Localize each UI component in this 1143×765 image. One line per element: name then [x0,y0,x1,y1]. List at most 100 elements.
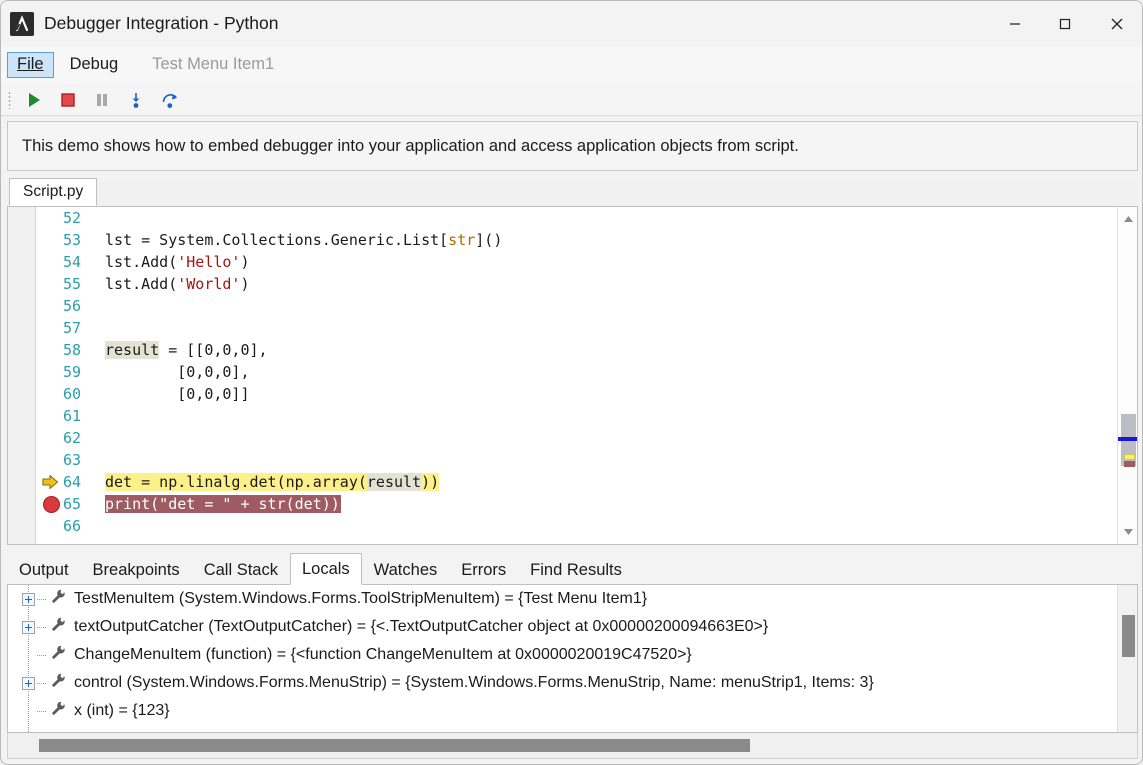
locals-list[interactable]: TestMenuItem (System.Windows.Forms.ToolS… [8,585,1137,725]
run-button[interactable] [19,86,49,114]
expand-icon[interactable] [22,592,35,606]
locals-vertical-scrollbar[interactable] [1117,585,1137,732]
code-token: lst.Add( [105,275,178,293]
code-line[interactable]: 61 [37,405,1137,427]
bottom-panel-tab-strip: Output Breakpoints Call Stack Locals Watches… [7,553,1138,585]
locals-panel[interactable]: TestMenuItem (System.Windows.Forms.ToolS… [7,585,1138,733]
app-window: Debugger Integration - Python File Debug… [0,0,1143,765]
line-number: 60 [62,385,81,403]
code-token: lst = System.Collections.Generic.List[ [105,231,449,249]
code-line[interactable]: 56 [37,295,1137,317]
locals-row[interactable]: control (System.Windows.Forms.MenuStrip)… [8,669,1137,697]
minimize-button[interactable] [990,1,1040,46]
code-line[interactable]: 63 [37,449,1137,471]
pause-button[interactable] [87,86,117,114]
code-token: result [366,473,422,491]
step-into-button[interactable] [121,86,151,114]
code-line[interactable]: 54 lst.Add('Hello') [37,251,1137,273]
locals-row[interactable]: ChangeMenuItem (function) = {<function C… [8,641,1137,669]
tab-output[interactable]: Output [7,556,81,584]
locals-row[interactable]: textOutputCatcher (TextOutputCatcher) = … [8,613,1137,641]
tab-watches[interactable]: Watches [362,556,450,584]
code-token: [0,0,0], [105,363,250,381]
tab-breakpoints[interactable]: Breakpoints [81,556,192,584]
line-number: 63 [62,451,81,469]
wrench-icon [50,644,67,666]
line-number: 56 [62,297,81,315]
line-number: 52 [62,209,81,227]
scrollbar-current-line-marker [1124,454,1135,460]
locals-horizontal-scrollbar-thumb[interactable] [39,739,750,752]
code-line[interactable]: 60 [0,0,0]] [37,383,1137,405]
line-number: 61 [62,407,81,425]
step-over-icon [162,93,177,108]
code-line[interactable]: 64 det = np.linalg.det(np.array(result)) [37,471,1137,493]
line-number: 65 [62,495,81,513]
code-token: print("det = " + str(det)) [105,495,340,513]
description-banner: This demo shows how to embed debugger in… [7,121,1138,171]
locals-scrollbar-thumb[interactable] [1122,615,1135,657]
editor-vertical-scrollbar[interactable] [1117,207,1137,544]
close-button[interactable] [1090,1,1142,46]
code-token: = [[0,0,0], [159,341,268,359]
code-line[interactable]: 65 print("det = " + str(det)) [37,493,1137,515]
locals-row[interactable]: TestMenuItem (System.Windows.Forms.ToolS… [8,585,1137,613]
tab-script-py[interactable]: Script.py [9,178,98,206]
locals-horizontal-scrollbar[interactable] [7,733,1138,759]
step-over-button[interactable] [155,86,185,114]
code-line[interactable]: 52 [37,207,1137,229]
tree-leaf-spacer [22,649,35,662]
code-token: ) [240,275,250,293]
code-token: ]() [475,231,503,249]
wrench-icon [50,700,67,722]
toolbar-grip[interactable] [8,90,11,109]
tab-locals[interactable]: Locals [289,553,362,585]
tab-call-stack[interactable]: Call Stack [192,556,290,584]
expand-icon[interactable] [22,676,35,690]
editor-margin[interactable] [8,207,36,544]
code-line[interactable]: 57 [37,317,1137,339]
code-token: ) [240,253,250,271]
line-number: 64 [62,473,81,491]
menu-item-file[interactable]: File [7,52,54,78]
code-line[interactable]: 53 lst = System.Collections.Generic.List[… [37,229,1137,251]
tab-find-results[interactable]: Find Results [518,556,634,584]
code-editor[interactable]: 52 53 lst = System.Collections.Generic.Lis… [7,207,1138,545]
line-number: 62 [62,429,81,447]
tab-label: Find Results [530,560,622,579]
window-title: Debugger Integration - Python [44,13,279,33]
scrollbar-current-position-marker [1118,437,1137,441]
code-line[interactable]: 55 lst.Add('World') [37,273,1137,295]
code-line[interactable]: 62 [37,427,1137,449]
tree-connector [37,598,47,600]
menu-item-test-menu-item1[interactable]: Test Menu Item1 [142,52,284,78]
wrench-icon [50,588,67,610]
play-icon [29,92,40,107]
scroll-up-arrow-icon[interactable] [1118,209,1137,229]
debug-toolbar [1,84,1142,116]
maximize-button[interactable] [1040,1,1090,46]
tab-errors[interactable]: Errors [449,556,518,584]
code-text: [0,0,0], [105,361,250,383]
line-number: 59 [62,363,81,381]
code-token: str [448,231,476,249]
code-token: )) [421,473,440,491]
menu-item-debug[interactable]: Debug [60,52,129,78]
stop-button[interactable] [53,86,83,114]
menu-bar: File Debug Test Menu Item1 [1,46,1142,84]
locals-row-text: control (System.Windows.Forms.MenuStrip)… [74,674,874,691]
expand-icon[interactable] [22,620,35,634]
tab-label: Watches [373,560,438,579]
line-number: 53 [62,231,81,249]
code-area[interactable]: 52 53 lst = System.Collections.Generic.Lis… [37,207,1137,544]
code-line[interactable]: 59 [0,0,0], [37,361,1137,383]
code-line[interactable]: 66 [37,515,1137,537]
code-line[interactable]: 58 result = [[0,0,0], [37,339,1137,361]
scroll-down-arrow-icon[interactable] [1118,522,1137,542]
tree-leaf-spacer [22,705,35,718]
tree-connector [37,626,47,628]
locals-row[interactable]: x (int) = {123} [8,697,1137,725]
code-text: lst.Add('World') [105,273,250,295]
tab-label: Locals [301,559,350,578]
tab-label: Breakpoints [92,560,180,579]
